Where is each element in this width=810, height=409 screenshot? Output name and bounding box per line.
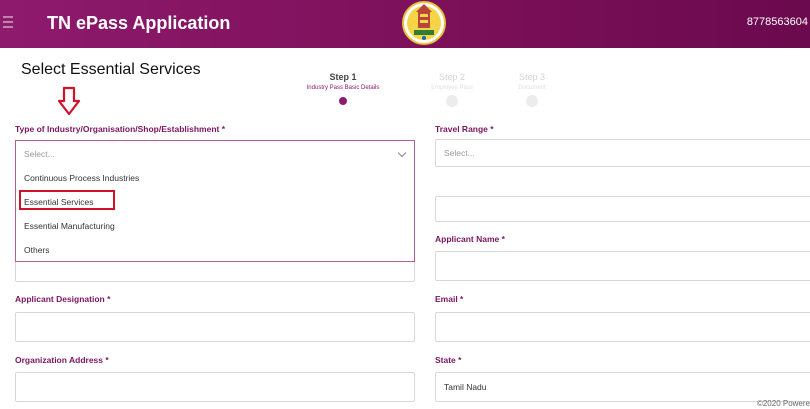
step-1-indicator (339, 97, 347, 105)
footer-copyright: ©2020 Powere (756, 399, 810, 408)
option-others[interactable]: Others (24, 245, 50, 255)
state-value: Tamil Nadu (444, 382, 487, 392)
travel-range-placeholder: Select... (444, 148, 475, 158)
industry-type-label: Type of Industry/Organisation/Shop/Estab… (15, 124, 226, 134)
unlabeled-field-right[interactable] (435, 196, 810, 222)
organization-address-label: Organization Address * (15, 355, 109, 365)
step-2-subtitle: Employee Pass (431, 85, 473, 91)
applicant-name-input[interactable] (435, 251, 810, 281)
industry-type-dropdown[interactable]: Select... Continuous Process Industries … (15, 140, 415, 262)
email-input[interactable] (435, 312, 810, 342)
industry-type-placeholder: Select... (24, 149, 55, 159)
app-header: TN ePass Application 8778563604 (0, 0, 810, 48)
step-3-title: Step 3 (518, 72, 546, 82)
step-2-title: Step 2 (438, 72, 466, 82)
applicant-designation-input[interactable] (15, 312, 415, 342)
travel-range-select[interactable]: Select... (435, 139, 810, 167)
travel-range-label: Travel Range * (435, 124, 494, 134)
tn-emblem-icon (402, 1, 446, 45)
option-essential-manufacturing[interactable]: Essential Manufacturing (24, 221, 115, 231)
state-label: State * (435, 355, 462, 365)
step-1-subtitle: Industry Pass Basic Details (306, 85, 380, 91)
step-3-indicator (526, 95, 538, 107)
user-phone: 8778563604 (746, 16, 808, 28)
annotation-heading: Select Essential Services (21, 61, 201, 78)
menu-icon[interactable] (3, 16, 13, 30)
applicant-name-label: Applicant Name * (435, 234, 505, 244)
state-input[interactable]: Tamil Nadu (435, 372, 810, 402)
step-3: Step 3 Document (500, 72, 564, 107)
applicant-designation-label: Applicant Designation * (15, 294, 111, 304)
step-2-indicator (446, 95, 458, 107)
step-1-title: Step 1 (329, 72, 357, 82)
app-title: TN ePass Application (47, 13, 231, 33)
down-arrow-icon (57, 86, 81, 116)
chevron-down-icon[interactable] (397, 148, 407, 158)
industry-type-select[interactable]: Select... (16, 141, 414, 166)
option-continuous-process-industries[interactable]: Continuous Process Industries (24, 173, 139, 183)
highlight-box (19, 190, 115, 210)
step-3-subtitle: Document (518, 85, 546, 91)
step-2: Step 2 Employee Pass (420, 72, 484, 107)
step-1: Step 1 Industry Pass Basic Details (295, 72, 391, 105)
email-label: Email * (435, 294, 464, 304)
organization-address-input[interactable] (15, 372, 415, 402)
